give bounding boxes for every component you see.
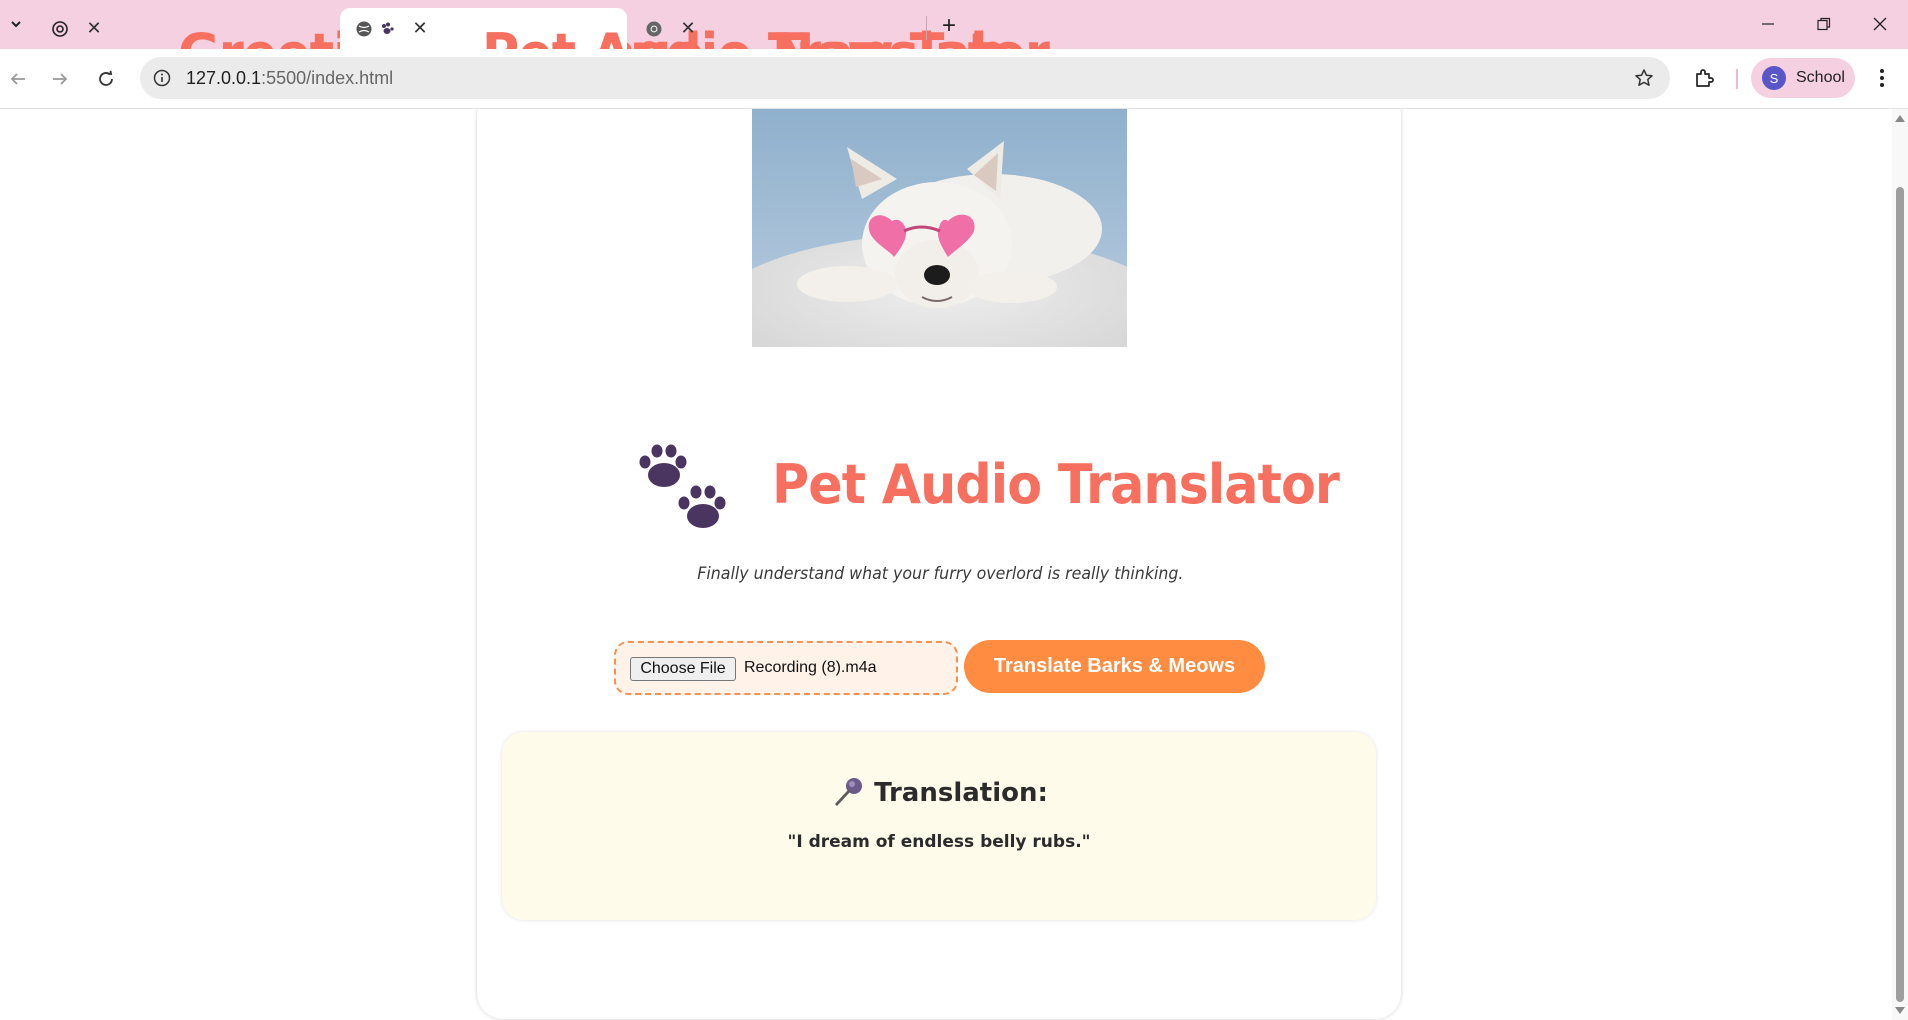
forward-arrow-icon[interactable] bbox=[44, 63, 76, 95]
file-upload-area[interactable]: Choose File Recording (8).m4a bbox=[614, 641, 958, 695]
profile-name: School bbox=[1796, 69, 1845, 86]
site-info-icon[interactable] bbox=[150, 66, 174, 90]
back-arrow-icon[interactable] bbox=[2, 63, 34, 95]
toolbar-separator bbox=[1736, 69, 1738, 89]
page-viewport: Pet Audio Translator Finally understand … bbox=[0, 109, 1892, 1020]
choose-file-button[interactable]: Choose File bbox=[630, 657, 736, 681]
browser-menu-icon[interactable] bbox=[1868, 62, 1896, 94]
result-heading: Translation: bbox=[502, 776, 1376, 810]
paw-prints-icon bbox=[630, 439, 730, 539]
address-bar[interactable]: 127.0.0.1:5500/index.html bbox=[140, 57, 1670, 99]
tab-search-chevron-icon[interactable] bbox=[4, 12, 28, 36]
translation-text: "I dream of endless belly rubs." bbox=[787, 832, 1091, 852]
translation-result-panel: Translation: "I dream of endless belly r… bbox=[502, 732, 1376, 920]
globe-icon bbox=[354, 19, 374, 39]
tab-new-tab[interactable]: New Tab ✕ bbox=[630, 8, 1007, 85]
tab-strip: Greeting exchange ✕ Pet Audio Translator… bbox=[0, 0, 1908, 85]
vertical-scrollbar[interactable] bbox=[1892, 109, 1908, 1020]
reload-icon[interactable] bbox=[90, 63, 122, 95]
heading-row: Pet Audio Translator bbox=[630, 439, 1340, 549]
scroll-up-arrow-icon[interactable] bbox=[1895, 115, 1905, 122]
restore-icon[interactable] bbox=[1796, 8, 1852, 40]
scroll-down-arrow-icon[interactable] bbox=[1895, 1007, 1905, 1014]
paw-favicon-icon bbox=[380, 19, 396, 39]
close-tab-icon[interactable]: ✕ bbox=[676, 17, 700, 41]
url-path: :5500/index.html bbox=[261, 68, 394, 88]
page-subtitle: Finally understand what your furry overl… bbox=[0, 564, 1880, 584]
minimize-icon[interactable] bbox=[1740, 8, 1796, 40]
extensions-puzzle-icon[interactable] bbox=[1688, 62, 1720, 94]
url-text: 127.0.0.1:5500/index.html bbox=[186, 68, 393, 89]
close-tab-icon[interactable]: ✕ bbox=[82, 17, 106, 41]
chrome-icon bbox=[644, 19, 664, 39]
avatar: S bbox=[1762, 66, 1786, 90]
openai-icon bbox=[50, 19, 70, 39]
selected-file-name: Recording (8).m4a bbox=[744, 659, 877, 676]
microphone-icon bbox=[835, 778, 863, 806]
profile-button[interactable]: S School bbox=[1751, 58, 1855, 98]
new-tab-plus-icon[interactable]: + bbox=[935, 12, 963, 40]
page-title: Pet Audio Translator bbox=[772, 453, 1340, 516]
bookmark-star-icon[interactable] bbox=[1632, 66, 1656, 90]
close-window-icon[interactable] bbox=[1852, 8, 1908, 40]
subtitle-text: Finally understand what your furry overl… bbox=[696, 564, 1184, 584]
close-tab-icon[interactable]: ✕ bbox=[408, 17, 432, 41]
tab-separator bbox=[926, 16, 927, 40]
browser-toolbar: 127.0.0.1:5500/index.html bbox=[0, 49, 1908, 109]
tab-pet-audio-translator[interactable]: Pet Audio Translator ✕ bbox=[340, 8, 1050, 85]
dog-with-heart-sunglasses-image bbox=[752, 109, 1127, 347]
scrollbar-thumb[interactable] bbox=[1896, 187, 1904, 1002]
translate-button[interactable]: Translate Barks & Meows bbox=[964, 640, 1265, 693]
result-title: Translation: bbox=[874, 778, 1048, 808]
url-host: 127.0.0.1 bbox=[186, 68, 262, 88]
tab-greeting-exchange[interactable]: Greeting exchange ✕ bbox=[36, 8, 705, 85]
